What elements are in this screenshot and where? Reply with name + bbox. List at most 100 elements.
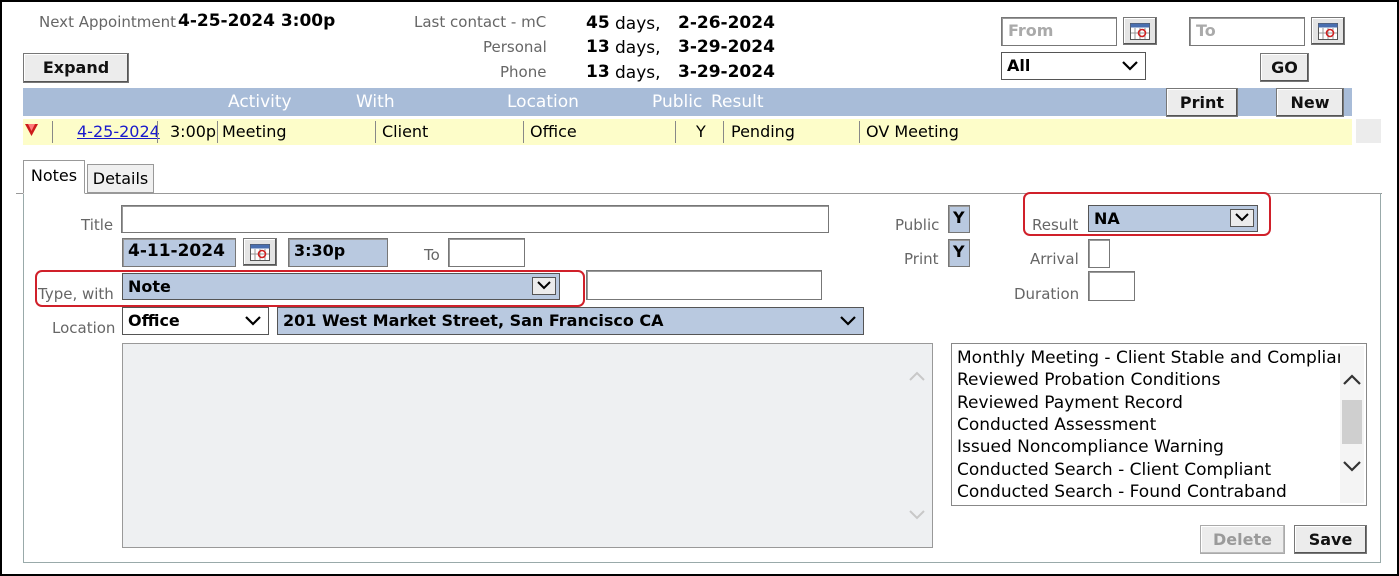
to-date-input[interactable]: To xyxy=(1189,17,1305,46)
cell-separator xyxy=(675,121,676,143)
print-label: Print xyxy=(904,250,939,268)
activity-filter-select[interactable]: All xyxy=(1001,52,1146,80)
column-header-activity[interactable]: Activity xyxy=(228,92,292,112)
new-button[interactable]: New xyxy=(1276,88,1344,117)
calendar-icon xyxy=(1130,23,1150,40)
chevron-down-icon xyxy=(245,316,261,326)
phone-days: 13 xyxy=(586,62,610,82)
cell-separator xyxy=(52,121,53,143)
arrival-label: Arrival xyxy=(1030,250,1079,268)
arrival-input[interactable] xyxy=(1088,239,1110,268)
cell-separator xyxy=(217,121,218,143)
chevron-up-icon[interactable] xyxy=(1342,372,1362,386)
quick-notes-list[interactable]: Monthly Meeting - Client Stable and Comp… xyxy=(951,343,1367,506)
location-value: Office xyxy=(128,311,180,330)
with-input[interactable] xyxy=(586,270,822,300)
row-date-link[interactable]: 4-25-2024 xyxy=(77,122,160,141)
from-date-input[interactable]: From xyxy=(1001,17,1117,46)
list-item[interactable]: Monthly Meeting - Client Stable and Comp… xyxy=(957,348,1354,368)
delete-button[interactable]: Delete xyxy=(1200,525,1285,554)
note-time-value: 3:30p xyxy=(294,241,346,260)
list-item[interactable]: Reviewed Payment Record xyxy=(957,393,1183,413)
note-date-calendar-button[interactable] xyxy=(243,238,277,266)
row-result: Pending xyxy=(731,122,795,141)
cell-separator xyxy=(859,121,860,143)
result-highlight-box xyxy=(1023,192,1271,236)
phone-date: 3-29-2024 xyxy=(678,62,775,82)
column-header-result[interactable]: Result xyxy=(711,92,764,112)
personal-label: Personal xyxy=(483,38,547,56)
list-item[interactable]: Conducted Search - Client Compliant xyxy=(957,460,1271,480)
to-time-label: To xyxy=(424,246,440,264)
tab-notes[interactable]: Notes xyxy=(23,160,85,194)
personal-days-unit: days, xyxy=(615,38,661,58)
location-label: Location xyxy=(52,319,116,337)
cell-separator xyxy=(723,121,724,143)
save-button[interactable]: Save xyxy=(1294,525,1367,554)
public-value: Y xyxy=(953,208,965,227)
address-value: 201 West Market Street, San Francisco CA xyxy=(283,311,664,330)
row-location: Office xyxy=(530,122,577,141)
notes-textarea[interactable] xyxy=(122,343,933,548)
column-header-with[interactable]: With xyxy=(356,92,395,112)
activity-table-header: Activity With Location Public Result xyxy=(23,88,1352,116)
cell-separator xyxy=(157,121,158,143)
cell-separator xyxy=(523,121,524,143)
chevron-up-icon[interactable] xyxy=(908,370,926,382)
public-input[interactable]: Y xyxy=(948,205,970,233)
chevron-down-icon[interactable] xyxy=(1342,460,1362,474)
from-placeholder: From xyxy=(1008,21,1054,40)
list-item[interactable]: Conducted Assessment xyxy=(957,415,1156,435)
print-value: Y xyxy=(953,242,965,261)
row-activity: Meeting xyxy=(222,122,287,141)
chevron-down-icon[interactable] xyxy=(908,509,926,521)
column-header-location[interactable]: Location xyxy=(507,92,579,112)
calendar-icon xyxy=(1318,23,1338,40)
chevron-down-icon xyxy=(1122,61,1138,71)
last-contact-days: 45 xyxy=(586,13,610,33)
list-item[interactable]: Reviewed Probation Conditions xyxy=(957,370,1220,390)
column-header-public[interactable]: Public xyxy=(652,92,702,112)
print-input[interactable]: Y xyxy=(948,239,970,267)
title-input[interactable] xyxy=(121,205,829,233)
location-select[interactable]: Office xyxy=(122,307,269,335)
calendar-icon xyxy=(250,244,270,261)
note-time-input[interactable]: 3:30p xyxy=(288,238,388,267)
personal-date: 3-29-2024 xyxy=(678,37,775,57)
to-time-input[interactable] xyxy=(448,238,525,267)
last-contact-days-unit: days, xyxy=(615,14,661,34)
activity-filter-value: All xyxy=(1007,56,1031,75)
tab-details[interactable]: Details xyxy=(87,164,154,193)
to-calendar-button[interactable] xyxy=(1311,17,1345,45)
list-scrollbar[interactable] xyxy=(1340,346,1364,503)
note-date-input[interactable]: 4-11-2024 xyxy=(122,238,236,267)
type-highlight-box xyxy=(35,270,585,307)
duration-label: Duration xyxy=(1014,285,1080,303)
row-scrollbar[interactable] xyxy=(1356,119,1381,143)
row-public: Y xyxy=(696,122,706,141)
selected-row-arrow-icon xyxy=(25,124,38,136)
expand-button[interactable]: Expand xyxy=(23,53,129,83)
scrollbar-thumb[interactable] xyxy=(1342,400,1362,444)
next-appointment-label: Next Appointment xyxy=(39,13,176,31)
table-row[interactable]: 4-25-2024 3:00p Meeting Client Office Y … xyxy=(23,119,1352,145)
row-with: Client xyxy=(382,122,429,141)
from-calendar-button[interactable] xyxy=(1123,17,1157,45)
personal-days: 13 xyxy=(586,37,610,57)
last-contact-label: Last contact - mC xyxy=(414,13,547,31)
row-time: 3:00p xyxy=(170,122,217,141)
to-placeholder: To xyxy=(1196,21,1216,40)
list-item[interactable]: Conducted Search - Found Contraband xyxy=(957,482,1287,502)
title-label: Title xyxy=(81,216,114,234)
next-appointment-value: 4-25-2024 3:00p xyxy=(178,11,336,31)
address-select[interactable]: 201 West Market Street, San Francisco CA xyxy=(277,307,864,335)
last-contact-date: 2-26-2024 xyxy=(678,13,775,33)
duration-input[interactable] xyxy=(1088,271,1135,301)
print-button[interactable]: Print xyxy=(1166,88,1238,117)
go-button[interactable]: GO xyxy=(1260,53,1309,82)
row-type: OV Meeting xyxy=(866,122,959,141)
list-item[interactable]: Issued Noncompliance Warning xyxy=(957,437,1224,457)
public-label: Public xyxy=(895,216,940,234)
note-date-value: 4-11-2024 xyxy=(128,241,225,261)
chevron-down-icon xyxy=(840,316,856,326)
